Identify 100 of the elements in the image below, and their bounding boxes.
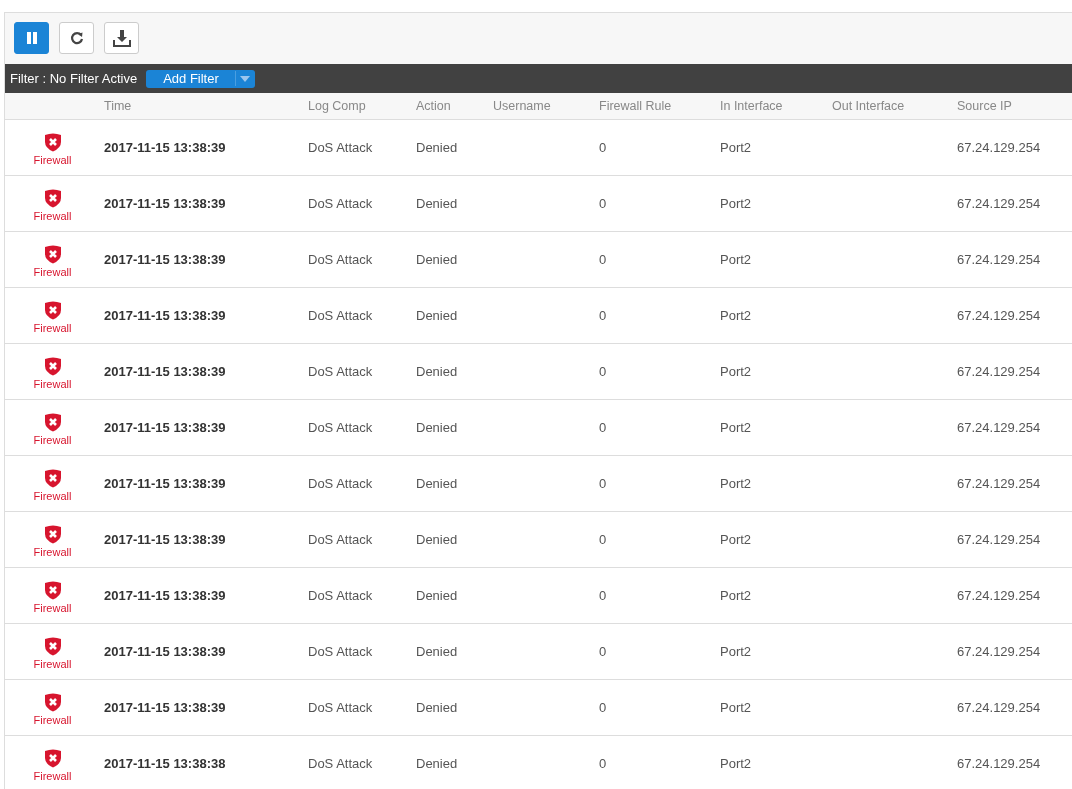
table-cell: 0: [599, 140, 607, 155]
table-cell: Port2: [720, 588, 752, 603]
table-cell: 67.24.129.254: [957, 700, 1041, 715]
table-cell: DoS Attack: [308, 588, 373, 603]
module-label: Firewall: [33, 378, 72, 390]
table-cell: 0: [599, 308, 607, 323]
module-label: Firewall: [33, 434, 72, 446]
column-header[interactable]: Time: [104, 99, 132, 113]
table-cell: 2017-11-15 13:38:39: [104, 196, 226, 211]
table-cell: 0: [599, 700, 607, 715]
table-cell: Port2: [720, 476, 752, 491]
module-label: Firewall: [33, 602, 72, 614]
table-cell: 67.24.129.254: [957, 196, 1041, 211]
table-cell: 67.24.129.254: [957, 364, 1041, 379]
caret-icon: [240, 75, 251, 82]
table-cell: Port2: [720, 700, 752, 715]
column-header[interactable]: Firewall Rule: [599, 99, 672, 113]
column-header[interactable]: Out Interface: [832, 99, 905, 113]
module-label: Firewall: [33, 546, 72, 558]
table-cell: Port2: [720, 532, 752, 547]
shield-x-icon: [43, 525, 62, 544]
table-cell: 2017-11-15 13:38:39: [104, 588, 226, 603]
column-header[interactable]: Action: [416, 99, 451, 113]
column-header[interactable]: In Interface: [720, 99, 783, 113]
table-cell: 67.24.129.254: [957, 532, 1041, 547]
shield-x-icon: [43, 301, 62, 320]
table-cell: DoS Attack: [308, 420, 373, 435]
table-cell: 0: [599, 196, 607, 211]
shield-x-icon: [43, 133, 62, 152]
table-cell: Denied: [416, 364, 458, 379]
shield-x-icon: [43, 413, 62, 432]
table-cell: 0: [599, 532, 607, 547]
table-cell: DoS Attack: [308, 196, 373, 211]
table-cell: 0: [599, 756, 607, 771]
table-cell: 67.24.129.254: [957, 308, 1041, 323]
column-header[interactable]: Log Comp: [308, 99, 366, 113]
module-label: Firewall: [33, 322, 72, 334]
shield-x-icon: [43, 637, 62, 656]
table-cell: 67.24.129.254: [957, 476, 1041, 491]
module-label: Firewall: [33, 490, 72, 502]
table-cell: Denied: [416, 476, 458, 491]
shield-x-icon: [43, 693, 62, 712]
table-cell: 2017-11-15 13:38:39: [104, 644, 226, 659]
table-cell: 67.24.129.254: [957, 644, 1041, 659]
download-icon: [112, 29, 131, 47]
table-cell: Denied: [416, 420, 458, 435]
shield-x-icon: [43, 189, 62, 208]
shield-x-icon: [43, 469, 62, 488]
table-cell: 0: [599, 644, 607, 659]
table-cell: 2017-11-15 13:38:39: [104, 364, 226, 379]
table-cell: Denied: [416, 532, 458, 547]
table-cell: DoS Attack: [308, 140, 373, 155]
column-header[interactable]: Username: [493, 99, 551, 113]
table-cell: 67.24.129.254: [957, 756, 1041, 771]
table-cell: 0: [599, 364, 607, 379]
shield-x-icon: [43, 749, 62, 768]
module-label: Firewall: [33, 714, 72, 726]
table-cell: DoS Attack: [308, 756, 373, 771]
table-cell: Port2: [720, 252, 752, 267]
table-cell: Port2: [720, 196, 752, 211]
column-header[interactable]: Source IP: [957, 99, 1012, 113]
module-label: Firewall: [33, 154, 72, 166]
table-cell: 67.24.129.254: [957, 420, 1041, 435]
table-cell: Denied: [416, 308, 458, 323]
table-cell: Denied: [416, 700, 458, 715]
table-cell: 2017-11-15 13:38:38: [104, 756, 226, 771]
table-cell: 2017-11-15 13:38:39: [104, 420, 226, 435]
table-cell: 2017-11-15 13:38:39: [104, 140, 226, 155]
table-cell: 0: [599, 588, 607, 603]
table-cell: DoS Attack: [308, 700, 373, 715]
table-cell: 2017-11-15 13:38:39: [104, 700, 226, 715]
table-cell: 2017-11-15 13:38:39: [104, 532, 226, 547]
module-label: Firewall: [33, 210, 72, 222]
table-cell: Port2: [720, 644, 752, 659]
table-cell: DoS Attack: [308, 532, 373, 547]
refresh-button[interactable]: [59, 22, 94, 54]
table-cell: Port2: [720, 756, 752, 771]
table-cell: 2017-11-15 13:38:39: [104, 252, 226, 267]
table-cell: 0: [599, 252, 607, 267]
shield-x-icon: [43, 245, 62, 264]
table-cell: DoS Attack: [308, 364, 373, 379]
table-cell: 0: [599, 420, 607, 435]
table-cell: 67.24.129.254: [957, 140, 1041, 155]
table-cell: 0: [599, 476, 607, 491]
table-cell: Port2: [720, 420, 752, 435]
table-cell: Denied: [416, 644, 458, 659]
table-cell: Port2: [720, 364, 752, 379]
shield-x-icon: [43, 581, 62, 600]
filter-status: Filter : No Filter Active: [10, 71, 138, 86]
table-cell: DoS Attack: [308, 476, 373, 491]
module-label: Firewall: [33, 770, 72, 782]
module-label: Firewall: [33, 266, 72, 278]
add-filter-button[interactable]: Add Filter: [146, 69, 255, 88]
table-cell: Denied: [416, 196, 458, 211]
download-button[interactable]: [104, 22, 139, 54]
pause-button[interactable]: [14, 22, 49, 54]
table-cell: DoS Attack: [308, 308, 373, 323]
table-cell: 67.24.129.254: [957, 588, 1041, 603]
pause-icon: [24, 31, 39, 45]
table-cell: Port2: [720, 140, 752, 155]
